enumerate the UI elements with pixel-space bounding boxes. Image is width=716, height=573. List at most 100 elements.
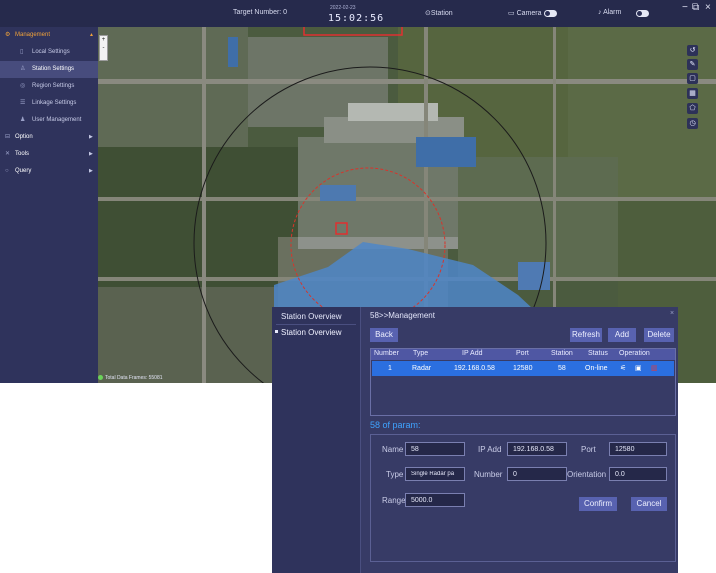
- station-management-dialog: Station Overview Station Overview 58>>Ma…: [272, 307, 678, 573]
- cell-port: 12580: [513, 365, 533, 372]
- sidebar-item-linkage-settings[interactable]: ☰ Linkage Settings: [0, 95, 98, 112]
- refresh-button[interactable]: Refresh: [570, 328, 602, 342]
- target-number-label: Target Number: 0: [233, 9, 288, 16]
- pencil-icon[interactable]: ✎: [687, 59, 698, 70]
- column-header: Number: [374, 350, 399, 357]
- type-select[interactable]: [405, 467, 465, 481]
- cell-ip: 192.168.0.58: [454, 365, 495, 372]
- station-overview-panel: Station Overview Station Overview: [272, 307, 361, 573]
- column-header: Type: [413, 350, 429, 357]
- expand-icon: [275, 330, 278, 333]
- column-header: Station: [551, 350, 573, 357]
- sidebar-item-tools[interactable]: ✕ Tools ▶: [0, 146, 98, 163]
- sidebar-management-label: Management: [15, 32, 51, 38]
- camera-indicator: ▭ Camera: [508, 9, 541, 17]
- sidebar-query-label: Query: [15, 168, 32, 174]
- sidebar-tools-label: Tools: [15, 151, 30, 157]
- rotate-icon[interactable]: ↺: [687, 45, 698, 56]
- camera-icon: ▭: [508, 10, 515, 17]
- status-bar: Total Data Frames: 55081: [98, 375, 298, 383]
- sidebar-item-query[interactable]: ○ Query ▶: [0, 163, 98, 180]
- station-overview-title: Station Overview: [281, 312, 342, 321]
- port-field[interactable]: [609, 442, 667, 456]
- orientation-field[interactable]: [609, 467, 667, 481]
- cell-status: On-line: [585, 365, 608, 372]
- config-icon[interactable]: ⚟: [620, 364, 626, 372]
- edit-icon[interactable]: ▣: [635, 364, 642, 372]
- grid-icon[interactable]: ▦: [687, 88, 698, 99]
- breadcrumb: 58>>Management: [370, 311, 435, 320]
- document-icon: ▯: [20, 49, 24, 55]
- tools-icon: ✕: [5, 151, 11, 157]
- column-header: Status: [588, 350, 608, 357]
- delete-button[interactable]: Delete: [644, 328, 674, 342]
- range-field[interactable]: [405, 493, 465, 507]
- add-button[interactable]: Add: [608, 328, 636, 342]
- ip-label: IP Add: [478, 445, 502, 454]
- name-label: Name: [382, 445, 404, 454]
- zoom-out-button[interactable]: -: [100, 44, 107, 52]
- camera-toggle[interactable]: [544, 10, 557, 17]
- caret-right-icon: ▶: [89, 134, 93, 140]
- sidebar: ⚙ Management ▲ ▯ Local Settings ♙ Statio…: [0, 27, 98, 383]
- restore-button[interactable]: ⧉: [692, 2, 699, 13]
- gear-icon: ⚙: [5, 32, 11, 38]
- station-table: Number Type IP Add Port Station Status O…: [370, 348, 676, 416]
- sidebar-item-management[interactable]: ⚙ Management ▲: [0, 27, 98, 44]
- caret-right-icon: ▶: [89, 168, 93, 174]
- alarm-toggle[interactable]: [636, 10, 649, 17]
- tree-item-label: Station Overview: [281, 328, 342, 337]
- alarm-label: Alarm: [603, 9, 622, 16]
- cell-station: 58: [558, 365, 566, 372]
- param-section-title: 58 of param:: [370, 420, 421, 430]
- online-status-icon: [98, 375, 103, 380]
- name-field[interactable]: [405, 442, 465, 456]
- caret-right-icon: ▶: [89, 151, 93, 157]
- sidebar-item-station-settings[interactable]: ♙ Station Settings: [0, 61, 98, 78]
- ip-field[interactable]: [507, 442, 567, 456]
- dialog-close-icon[interactable]: ×: [670, 310, 674, 317]
- sidebar-item-label: Station Settings: [32, 66, 75, 72]
- confirm-button[interactable]: Confirm: [579, 497, 617, 511]
- search-icon: ○: [5, 168, 9, 174]
- person-icon: ♙: [20, 66, 26, 72]
- zoom-in-button[interactable]: +: [100, 36, 107, 44]
- close-button[interactable]: ×: [705, 2, 711, 13]
- orientation-label: Orientation: [567, 470, 607, 479]
- cancel-button[interactable]: Cancel: [631, 497, 667, 511]
- sidebar-item-region-settings[interactable]: ◎ Region Settings: [0, 78, 98, 95]
- polygon-icon[interactable]: ⬠: [687, 103, 698, 114]
- sidebar-option-label: Option: [15, 134, 33, 140]
- column-header: Operation: [619, 350, 650, 357]
- range-label: Range: [382, 496, 406, 505]
- caret-up-icon: ▲: [89, 32, 94, 38]
- column-header: IP Add: [462, 350, 483, 357]
- sidebar-item-local-settings[interactable]: ▯ Local Settings: [0, 44, 98, 61]
- top-bar: Target Number: 0 2022-02-23 15:02:56 ⊙St…: [0, 0, 716, 27]
- table-row[interactable]: 1 Radar 192.168.0.58 12580 58 On-line ⚟ …: [372, 361, 674, 376]
- trash-icon[interactable]: ▥: [651, 364, 658, 372]
- date-label: 2022-02-23: [330, 5, 356, 11]
- alarm-icon: ♪: [598, 9, 602, 16]
- tree-item-station-overview[interactable]: Station Overview: [275, 328, 341, 337]
- clock-icon[interactable]: ◷: [687, 118, 698, 129]
- status-text: Total Data Frames: 55081: [105, 375, 163, 381]
- region-icon: ◎: [20, 83, 26, 89]
- camera-label: Camera: [516, 10, 542, 17]
- type-label: Type: [386, 470, 404, 479]
- sidebar-item-label: Local Settings: [32, 49, 70, 55]
- sidebar-item-user-management[interactable]: ♟ User Management: [0, 112, 98, 129]
- column-header: Port: [516, 350, 529, 357]
- minimize-button[interactable]: −: [682, 2, 688, 13]
- user-icon: ♟: [20, 117, 26, 123]
- option-icon: ⊟: [5, 134, 11, 140]
- sidebar-item-option[interactable]: ⊟ Option ▶: [0, 129, 98, 146]
- station-indicator[interactable]: ⊙Station: [425, 9, 453, 17]
- number-field[interactable]: [507, 467, 567, 481]
- param-form: Name IP Add Port Type Number Orientation…: [370, 434, 676, 562]
- back-button[interactable]: Back: [370, 328, 398, 342]
- square-icon[interactable]: ▢: [687, 73, 698, 84]
- cell-number: 1: [388, 365, 392, 372]
- sidebar-item-label: Region Settings: [32, 83, 75, 89]
- clock-label: 15:02:56: [328, 13, 385, 24]
